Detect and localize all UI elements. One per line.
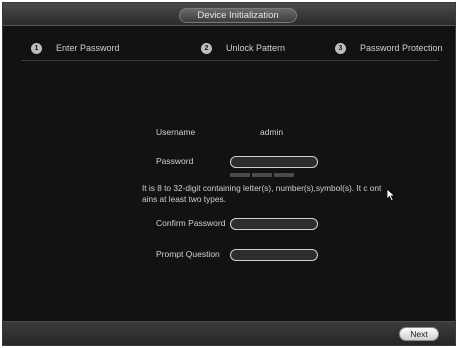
strength-segment <box>230 173 250 177</box>
device-initialization-window: Device Initialization 1 Enter Password 2… <box>2 2 456 346</box>
step-enter-password: 1 Enter Password <box>31 41 120 55</box>
password-strength-bar <box>230 173 294 177</box>
next-button[interactable]: Next <box>399 327 439 341</box>
step-number-2: 2 <box>201 42 212 54</box>
steps-divider <box>21 60 439 61</box>
username-label: Username <box>156 127 196 137</box>
password-label: Password <box>156 156 194 166</box>
step-label-password-protection: Password Protection <box>360 43 443 53</box>
step-password-protection: 3 Password Protection <box>335 41 443 55</box>
prompt-question-label: Prompt Question <box>156 249 220 259</box>
strength-segment <box>252 173 272 177</box>
mouse-pointer-icon <box>386 188 397 207</box>
step-number-3: 3 <box>335 42 346 54</box>
step-number-1: 1 <box>31 42 42 54</box>
step-label-enter-password: Enter Password <box>56 43 120 53</box>
prompt-question-input[interactable] <box>230 249 318 261</box>
password-input[interactable] <box>230 156 318 168</box>
username-value: admin <box>260 127 284 137</box>
footer-bar: Next <box>3 321 455 345</box>
step-unlock-pattern: 2 Unlock Pattern <box>201 41 285 55</box>
title-bar: Device Initialization <box>3 3 455 26</box>
password-hint: It is 8 to 32-digit containing letter(s)… <box>142 183 382 204</box>
confirm-password-input[interactable] <box>230 218 318 230</box>
strength-segment <box>274 173 294 177</box>
confirm-password-label: Confirm Password <box>156 218 226 228</box>
step-label-unlock-pattern: Unlock Pattern <box>226 43 286 53</box>
window-title: Device Initialization <box>179 8 297 23</box>
